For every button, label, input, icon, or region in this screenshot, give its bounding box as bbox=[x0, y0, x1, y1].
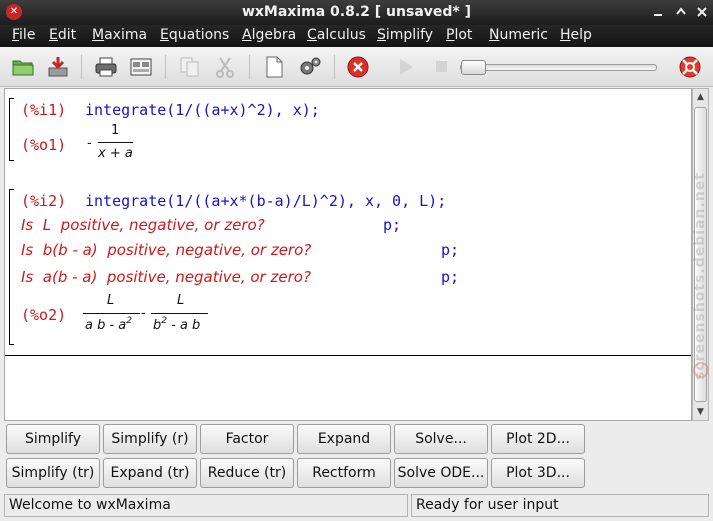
output-sign: - bbox=[87, 136, 92, 151]
rectform-button[interactable]: Rectform bbox=[297, 458, 391, 488]
solve-ode-button[interactable]: Solve ODE... bbox=[394, 458, 488, 488]
menu-numeric[interactable]: Numeric bbox=[489, 27, 548, 43]
scroll-up-icon[interactable]: ▲ bbox=[693, 89, 708, 105]
output-denominator: a b - a2 bbox=[85, 316, 133, 333]
cell-bracket[interactable] bbox=[9, 98, 14, 161]
menu-calculus[interactable]: Calculus bbox=[307, 27, 366, 43]
input-label: (%i1) bbox=[21, 101, 67, 119]
maximize-icon[interactable] bbox=[674, 5, 688, 19]
print-icon[interactable] bbox=[93, 55, 119, 79]
menu-bar: File Edit Maxima Equations Algebra Calcu… bbox=[0, 25, 713, 47]
help-icon[interactable] bbox=[677, 55, 703, 79]
status-state: Ready for user input bbox=[411, 494, 709, 517]
output-numerator: L bbox=[177, 293, 185, 308]
output-numerator: 1 bbox=[111, 123, 120, 138]
stop-icon[interactable] bbox=[428, 55, 454, 79]
copy-icon[interactable] bbox=[177, 55, 203, 79]
input-label: (%i2) bbox=[21, 192, 67, 210]
output-denominator: x + a bbox=[98, 146, 133, 161]
window-title: wxMaxima 0.8.2 [ unsaved* ] bbox=[241, 4, 472, 20]
close-icon[interactable] bbox=[695, 5, 709, 19]
answer-text: p; bbox=[441, 268, 460, 286]
minimize-icon[interactable] bbox=[651, 5, 665, 19]
status-message: Welcome to wxMaxima bbox=[4, 494, 408, 517]
worksheet[interactable]: (%i1) integrate(1/((a+x)^2), x); (%o1) -… bbox=[4, 88, 692, 421]
input-expression[interactable]: integrate(1/((a+x)^2), x); bbox=[85, 101, 320, 119]
input-expression[interactable]: integrate(1/((a+x*(b-a)/L)^2), x, 0, L); bbox=[85, 192, 446, 210]
toolbar-separator bbox=[334, 55, 335, 79]
menu-simplify[interactable]: Simplify bbox=[377, 27, 433, 43]
output-denominator: b2 - a b bbox=[153, 316, 201, 333]
question-text: Is a(b - a) positive, negative, or zero? bbox=[21, 268, 311, 286]
save-icon[interactable] bbox=[45, 55, 71, 79]
factor-button[interactable]: Factor bbox=[200, 424, 294, 454]
menu-help[interactable]: Help bbox=[560, 27, 592, 43]
output-numerator: L bbox=[107, 293, 115, 308]
menu-edit[interactable]: Edit bbox=[49, 27, 76, 43]
simplify-tr-button[interactable]: Simplify (tr) bbox=[6, 458, 100, 488]
menu-maxima[interactable]: Maxima bbox=[92, 27, 147, 43]
menu-algebra[interactable]: Algebra bbox=[242, 27, 296, 43]
menu-file[interactable]: File bbox=[12, 27, 35, 43]
open-icon[interactable] bbox=[10, 55, 36, 79]
settings-icon[interactable] bbox=[297, 55, 323, 79]
answer-text: p; bbox=[441, 241, 460, 259]
slider-thumb[interactable] bbox=[461, 60, 486, 75]
question-text: Is L positive, negative, or zero? bbox=[21, 216, 265, 234]
cut-icon[interactable] bbox=[212, 55, 238, 79]
title-bar: ✕ wxMaxima 0.8.2 [ unsaved* ] bbox=[0, 0, 713, 25]
fraction-bar bbox=[98, 142, 133, 143]
fraction-bar bbox=[151, 313, 208, 314]
toolbar-separator bbox=[249, 55, 250, 79]
play-icon[interactable] bbox=[393, 55, 419, 79]
menu-plot[interactable]: Plot bbox=[446, 27, 472, 43]
question-text: Is b(b - a) positive, negative, or zero? bbox=[21, 241, 312, 259]
toolbar bbox=[0, 47, 713, 87]
scroll-down-icon[interactable]: ▼ bbox=[693, 404, 708, 420]
expand-tr-button[interactable]: Expand (tr) bbox=[103, 458, 197, 488]
watermark-logo-icon bbox=[693, 362, 709, 378]
solve-button[interactable]: Solve... bbox=[394, 424, 488, 454]
reduce-tr-button[interactable]: Reduce (tr) bbox=[200, 458, 294, 488]
plot-2d-button[interactable]: Plot 2D... bbox=[491, 424, 585, 454]
output-label: (%o2) bbox=[21, 306, 67, 324]
expand-button[interactable]: Expand bbox=[297, 424, 391, 454]
fraction-bar bbox=[83, 313, 140, 314]
cell-bracket[interactable] bbox=[9, 189, 14, 345]
answer-text: p; bbox=[383, 216, 402, 234]
animation-slider[interactable] bbox=[460, 64, 657, 71]
menu-equations[interactable]: Equations bbox=[160, 27, 229, 43]
simplify-r-button[interactable]: Simplify (r) bbox=[103, 424, 197, 454]
output-label: (%o1) bbox=[21, 136, 67, 154]
watermark: screenshots.debian.net bbox=[692, 172, 708, 380]
toolbar-separator bbox=[165, 55, 166, 79]
toolbar-separator bbox=[81, 55, 82, 79]
plot-3d-button[interactable]: Plot 3D... bbox=[491, 458, 585, 488]
simplify-button[interactable]: Simplify bbox=[6, 424, 100, 454]
new-icon[interactable] bbox=[261, 55, 287, 79]
interrupt-icon[interactable] bbox=[345, 55, 371, 79]
configure-icon[interactable] bbox=[128, 55, 154, 79]
output-minus: - bbox=[141, 306, 146, 321]
cell-divider bbox=[5, 355, 691, 356]
